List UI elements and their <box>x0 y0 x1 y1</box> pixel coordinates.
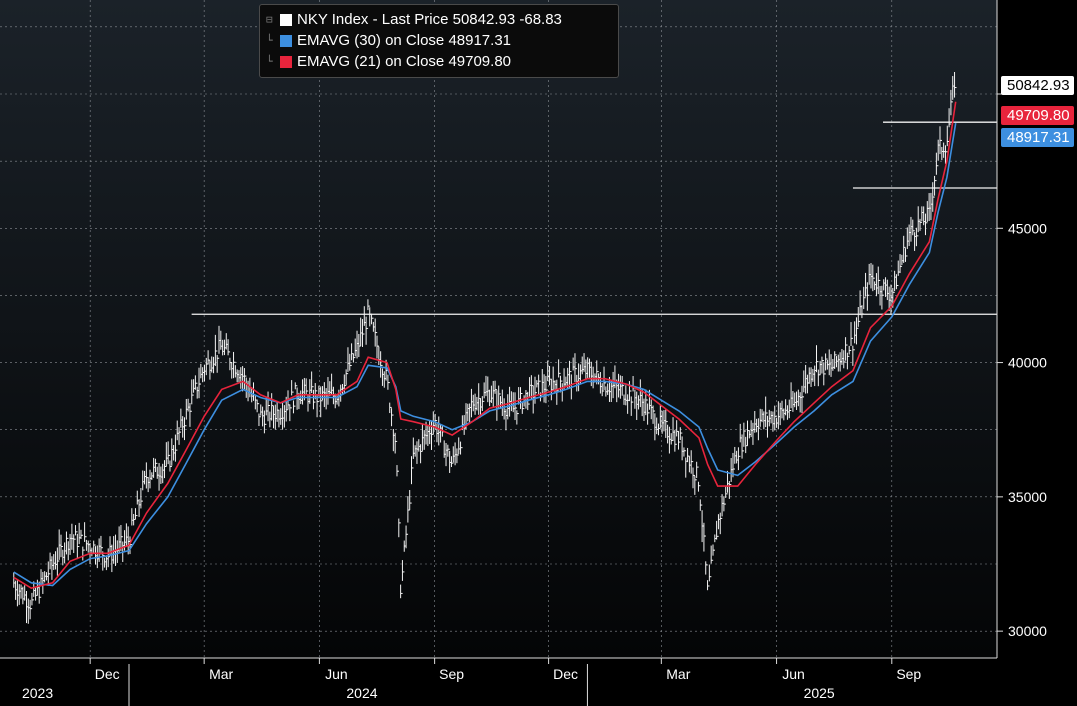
tree-collapse-icon[interactable]: ⊟ <box>266 9 280 30</box>
legend: ⊟ NKY Index - Last Price 50842.93 -68.83… <box>259 4 619 78</box>
x-tick-label: Sep <box>439 666 464 682</box>
legend-ema21-label: EMAVG (21) on Close 49709.80 <box>297 53 512 70</box>
last-price-tag: 50842.93 <box>1001 76 1074 95</box>
price-chart: 30000 35000 40000 45000 Dec Mar Jun Sep Dec Mar J… <box>0 0 1047 706</box>
y-tick-label: 45000 <box>1008 220 1047 236</box>
x-tick-label: Sep <box>896 666 921 682</box>
y-tick-label: 30000 <box>1008 623 1047 639</box>
ema30-swatch <box>280 34 292 47</box>
plot-background <box>0 0 997 658</box>
legend-row-ema21: └ EMAVG (21) on Close 49709.80 <box>266 51 618 72</box>
tree-branch-icon: └ <box>266 55 273 68</box>
x-axis-ticks: Dec Mar Jun Sep Dec Mar Jun Sep 2023 2024 2025 <box>22 658 921 706</box>
price-swatch <box>280 13 292 26</box>
x-tick-label: Dec <box>553 666 578 682</box>
x-tick-label: Mar <box>666 666 690 682</box>
year-label: 2025 <box>804 685 835 701</box>
ema21-price-tag: 49709.80 <box>1001 106 1074 125</box>
legend-row-price: ⊟ NKY Index - Last Price 50842.93 -68.83 <box>266 9 618 30</box>
y-tick-label: 35000 <box>1008 489 1047 505</box>
y-tick-label: 40000 <box>1008 355 1047 371</box>
tree-branch-icon: └ <box>266 34 273 47</box>
year-label: 2023 <box>22 685 53 701</box>
legend-price-label: NKY Index - Last Price 50842.93 -68.83 <box>297 11 562 28</box>
x-tick-label: Dec <box>95 666 120 682</box>
year-label: 2024 <box>346 685 377 701</box>
x-tick-label: Jun <box>325 666 348 682</box>
y-axis-ticks: 30000 35000 40000 45000 <box>997 93 1047 639</box>
ema30-price-tag: 48917.31 <box>1001 128 1074 147</box>
legend-row-ema30: └ EMAVG (30) on Close 48917.31 <box>266 30 618 51</box>
x-tick-label: Mar <box>209 666 233 682</box>
ema21-swatch <box>280 55 292 68</box>
x-tick-label: Jun <box>782 666 805 682</box>
legend-ema30-label: EMAVG (30) on Close 48917.31 <box>297 32 512 49</box>
